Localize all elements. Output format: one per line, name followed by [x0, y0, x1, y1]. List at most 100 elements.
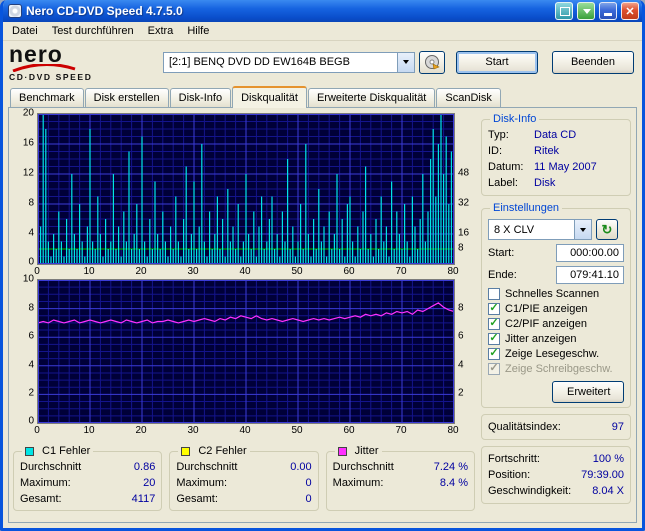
- c2-stats-box: C2 Fehler Durchschnitt 0.00 Maximum: 0 Gesam…: [169, 445, 319, 511]
- c1-chart-plot: [37, 113, 455, 265]
- y-axis-tick: 10: [22, 273, 34, 285]
- window-title: Nero CD-DVD Speed 4.7.5.0: [26, 4, 183, 18]
- minimize-button[interactable]: [599, 2, 617, 20]
- checkbox-jitter-anzeigen[interactable]: ✓ Jitter anzeigen: [488, 333, 624, 345]
- end-position-field[interactable]: 079:41.10: [556, 266, 624, 284]
- titlebar[interactable]: Nero CD-DVD Speed 4.7.5.0 ✕: [3, 0, 642, 22]
- checkbox-icon: ✓: [488, 302, 500, 315]
- checkbox-zeige-lesegeschw[interactable]: ✓ Zeige Lesegeschw.: [488, 348, 624, 360]
- menu-datei[interactable]: Datei: [5, 23, 45, 39]
- y-axis-tick: 6: [28, 330, 34, 342]
- tab-diskqualitaet[interactable]: Diskqualität: [232, 86, 307, 108]
- x-axis-tick: 10: [83, 425, 95, 436]
- x-axis-tick: 80: [447, 425, 459, 436]
- x-axis-tick: 10: [83, 266, 95, 277]
- menu-extra[interactable]: Extra: [141, 23, 181, 39]
- y-axis-tick: 12: [22, 167, 34, 179]
- tab-disk-erstellen[interactable]: Disk erstellen: [84, 88, 169, 107]
- nero-logo: nero CD·DVD SPEED: [9, 40, 161, 82]
- refresh-button[interactable]: ↻: [596, 219, 618, 240]
- tab-control: Benchmark Disk erstellen Disk-Info Diskq…: [3, 83, 642, 528]
- info-row: Durchschnitt 0.86: [20, 461, 156, 473]
- side-panel: Disk-Info Typ: Data CD ID: Ritek Datum: 11 Ma…: [481, 113, 631, 518]
- c1-chart-left-axis: 0 4 8 12 16 20: [13, 108, 37, 268]
- settings-box: Einstellungen 8 X CLV ↻ Start: 000:00.00: [481, 202, 631, 408]
- chevron-down-icon[interactable]: [574, 220, 591, 239]
- y-axis-tick: 8: [28, 302, 34, 314]
- eject-disc-icon: [425, 55, 440, 70]
- y-axis-tick: 32: [458, 197, 470, 209]
- x-axis-tick: 30: [187, 425, 199, 436]
- c1-stats-rows: Durchschnitt 0.86 Maximum: 20 Gesamt: 4117: [20, 459, 155, 507]
- x-axis-tick: 70: [395, 425, 407, 436]
- quality-index-rows: Qualitätsindex: 97: [488, 419, 624, 435]
- app-window: Nero CD-DVD Speed 4.7.5.0 ✕ Datei Test d…: [0, 0, 645, 531]
- y-axis-tick: 8: [458, 302, 464, 314]
- c2-stats-title: C2 Fehler: [198, 445, 247, 457]
- x-axis-tick: 0: [34, 425, 40, 436]
- start-button[interactable]: Start: [456, 50, 538, 74]
- tab-disk-info[interactable]: Disk-Info: [169, 88, 232, 107]
- tab-benchmark[interactable]: Benchmark: [10, 88, 84, 107]
- y-axis-tick: 4: [458, 359, 464, 371]
- checkbox-zeige-schreibgeschw: ✓ Zeige Schreibgeschw.: [488, 362, 613, 375]
- progress-rows: Fortschritt: 100 % Position: 79:39.00 Geschw…: [488, 451, 624, 499]
- drive-select-value: [2:1] BENQ DVD DD EW164B BEGB: [169, 56, 350, 68]
- x-axis-tick: 20: [135, 266, 147, 277]
- speed-select[interactable]: 8 X CLV: [488, 219, 592, 240]
- x-axis-tick: 50: [291, 266, 303, 277]
- jitter-stats-box: Jitter Durchschnitt 7.24 % Maximum: 8.4 %: [325, 445, 475, 511]
- close-button[interactable]: ✕: [621, 2, 639, 20]
- checkbox-icon: ✓: [488, 288, 500, 300]
- tab-page-diskqualitaet: 0 4 8 12 16 20 8 16 32 48 0 10 20 30 40 50 60 70 80 0246…: [8, 107, 637, 523]
- nero-logo-text: nero: [9, 40, 63, 67]
- y-axis-tick: 8: [28, 197, 34, 209]
- info-row: Fortschritt: 100 %: [488, 453, 624, 465]
- titlebar-extra-icon-1[interactable]: [555, 2, 573, 20]
- checkbox-c1-pie-anzeigen[interactable]: ✓ C1/PIE anzeigen: [488, 303, 624, 315]
- start-field-label: Start:: [488, 247, 515, 259]
- jitter-stats-title: Jitter: [354, 445, 379, 457]
- settings-title: Einstellungen: [493, 202, 560, 214]
- tab-scandisk[interactable]: ScanDisk: [436, 88, 501, 107]
- x-axis-tick: 20: [135, 425, 147, 436]
- info-row: Qualitätsindex: 97: [488, 421, 624, 433]
- start-position-field[interactable]: 000:00.00: [556, 244, 624, 262]
- nero-logo-swoosh: [12, 63, 76, 72]
- app-icon: [8, 4, 22, 18]
- x-axis-tick: 0: [34, 266, 40, 277]
- info-row: ID: Ritek: [488, 145, 560, 157]
- checkbox-icon: ✓: [488, 347, 500, 360]
- menu-hilfe[interactable]: Hilfe: [180, 23, 216, 39]
- x-axis-tick: 40: [239, 425, 251, 436]
- jitter-chart-x-axis: 0 10 20 30 40 50 60 70 80: [34, 424, 459, 437]
- info-row: Position: 79:39.00: [488, 469, 624, 481]
- jitter-legend-swatch: [337, 446, 347, 456]
- x-axis-tick: 80: [447, 266, 459, 277]
- tab-erweiterte-diskqualitaet[interactable]: Erweiterte Diskqualität: [307, 88, 436, 107]
- checkbox-icon: ✓: [488, 332, 500, 345]
- info-row: Maximum: 0: [176, 477, 312, 489]
- jitter-chart-left-axis: 0 2 4 6 8 10: [13, 274, 37, 427]
- quit-button[interactable]: Beenden: [552, 50, 634, 74]
- info-row: Typ: Data CD: [488, 129, 577, 141]
- advanced-button[interactable]: Erweitert: [552, 381, 624, 403]
- x-axis-tick: 60: [343, 425, 355, 436]
- menu-test-durchfuehren[interactable]: Test durchführen: [45, 23, 141, 39]
- info-row: Maximum: 20: [20, 477, 156, 489]
- c1-error-chart: 0 4 8 12 16 20 8 16 32 48 0 10 20 30 40 50 60 70 80: [13, 108, 475, 278]
- checkbox-c2-pif-anzeigen[interactable]: ✓ C2/PIF anzeigen: [488, 318, 624, 330]
- x-axis-tick: 40: [239, 266, 251, 277]
- stats-row: C1 Fehler Durchschnitt 0.86 Maximum: 20 Gesa…: [13, 445, 475, 511]
- drive-select[interactable]: [2:1] BENQ DVD DD EW164B BEGB: [163, 51, 415, 73]
- disk-info-box: Disk-Info Typ: Data CD ID: Ritek Datum: 11 Ma…: [481, 113, 631, 196]
- chevron-down-icon[interactable]: [397, 52, 414, 72]
- y-axis-tick: 2: [28, 387, 34, 399]
- titlebar-extra-icon-2[interactable]: [577, 2, 595, 20]
- checkbox-schnelles-scannen[interactable]: ✓ Schnelles Scannen: [488, 288, 624, 300]
- eject-button[interactable]: [419, 50, 445, 74]
- speed-select-value: 8 X CLV: [494, 223, 535, 236]
- jitter-chart-right-axis: 2 4 6 8: [455, 279, 475, 424]
- y-axis-tick: 0: [28, 415, 34, 427]
- c1-stats-box: C1 Fehler Durchschnitt 0.86 Maximum: 20 Gesa…: [13, 445, 163, 511]
